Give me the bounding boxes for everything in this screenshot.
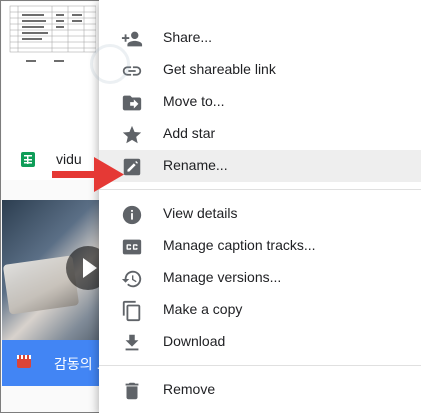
closed-caption-icon	[122, 239, 142, 255]
menu-divider	[99, 365, 421, 366]
menu-item-label: View details	[163, 205, 238, 221]
menu-item-move-to[interactable]: Move to...	[99, 86, 421, 118]
menu-item-label: Download	[163, 333, 226, 349]
sheet-thumbnail	[4, 4, 96, 66]
menu-item-label: Make a copy	[163, 301, 243, 317]
info-icon	[122, 205, 142, 225]
menu-divider	[99, 189, 421, 190]
menu-item-label: Rename...	[163, 157, 228, 173]
menu-item-rename[interactable]: Rename...	[99, 150, 421, 182]
folder-move-icon	[122, 95, 142, 111]
menu-item-label: Remove	[163, 381, 216, 397]
menu-item-get-shareable-link[interactable]: Get shareable link	[99, 54, 421, 86]
history-icon	[121, 270, 142, 288]
menu-item-label: Share...	[163, 29, 213, 45]
menu-item-manage-versions[interactable]: Manage versions...	[99, 262, 421, 294]
menu-item-manage-caption-tracks[interactable]: Manage caption tracks...	[99, 230, 421, 262]
menu-item-share[interactable]: Share...	[99, 22, 421, 54]
video-file-icon	[17, 355, 31, 368]
menu-item-label: Manage caption tracks...	[163, 237, 316, 253]
pencil-icon	[123, 158, 141, 176]
menu-item-label: Manage versions...	[163, 269, 282, 285]
trash-icon	[125, 382, 139, 400]
menu-item-download[interactable]: Download	[99, 326, 421, 358]
menu-item-remove[interactable]: Remove	[99, 374, 421, 406]
watermark-logo-icon	[90, 44, 130, 84]
context-menu: Share... Get shareable link Move to... A…	[99, 0, 421, 413]
google-sheets-icon	[21, 152, 35, 167]
red-arrow-icon	[52, 157, 124, 192]
copy-icon	[122, 300, 141, 322]
download-icon	[125, 334, 139, 351]
star-icon	[122, 125, 142, 144]
menu-item-label: Move to...	[163, 93, 225, 109]
menu-item-add-star[interactable]: Add star	[99, 118, 421, 150]
menu-item-label: Add star	[163, 125, 216, 141]
menu-item-view-details[interactable]: View details	[99, 198, 421, 230]
menu-item-label: Get shareable link	[163, 61, 276, 77]
person-add-icon	[121, 31, 143, 47]
menu-item-make-a-copy[interactable]: Make a copy	[99, 294, 421, 326]
